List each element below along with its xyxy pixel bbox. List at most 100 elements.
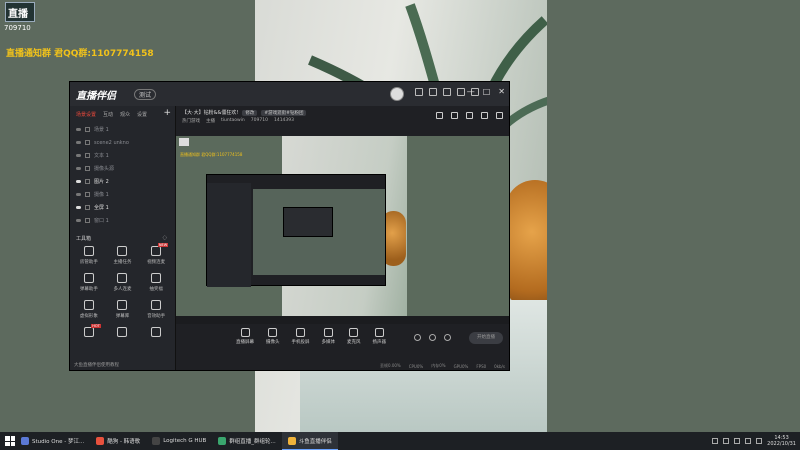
- brand-badge[interactable]: 测试: [134, 89, 157, 100]
- video-icon[interactable]: [414, 334, 421, 341]
- tool-label: 弹幕助手: [79, 287, 98, 292]
- start-live-button[interactable]: 开始直播: [469, 332, 503, 344]
- screen-capture-button[interactable]: 直播屏幕: [236, 328, 254, 358]
- tab-interact[interactable]: 互动: [103, 111, 113, 118]
- phone-cast-button[interactable]: 手机投屏: [292, 328, 310, 358]
- tool-icon: [83, 246, 94, 256]
- eye-icon[interactable]: [76, 206, 81, 209]
- share-icon[interactable]: [496, 112, 503, 119]
- message-icon[interactable]: [415, 88, 423, 96]
- window-controls: — □ ✕: [467, 87, 505, 96]
- tool-item[interactable]: [139, 327, 173, 337]
- volume-icon[interactable]: [745, 438, 752, 444]
- edit-button[interactable]: 修改: [242, 109, 258, 116]
- gift-icon[interactable]: [436, 112, 443, 119]
- source-icon: [85, 179, 90, 184]
- tutorial-link[interactable]: 大鱼直播伴侣使用教程: [74, 362, 119, 368]
- tool-label: 房管助手: [79, 260, 98, 265]
- source-icon: [85, 192, 90, 197]
- close-button[interactable]: ✕: [498, 87, 505, 96]
- toolbox-header: 工具箱 ◌: [70, 235, 175, 242]
- title-bar: 直播伴侣 测试 — □ ✕: [70, 82, 509, 106]
- camera-button[interactable]: 摄像头: [266, 328, 280, 358]
- tool-item[interactable]: HOT: [72, 324, 106, 337]
- tab-audience[interactable]: 观众: [120, 111, 130, 118]
- eye-icon[interactable]: [76, 167, 81, 170]
- gift-icon[interactable]: [429, 88, 437, 96]
- clock-date: 2022/10/31: [767, 441, 796, 447]
- group-notice: 直播通知群 君QQ群:1107774158: [6, 49, 154, 59]
- tool-item[interactable]: 虚拟形象: [72, 300, 106, 319]
- eye-icon[interactable]: [76, 219, 81, 222]
- scene-item[interactable]: 摄像头源: [70, 162, 175, 175]
- room-title[interactable]: 【大·大】钻粉&&僵狂欢!: [182, 109, 238, 116]
- tab-scenes[interactable]: 场景设置: [76, 111, 96, 118]
- scene-item[interactable]: 场景 1: [70, 123, 175, 136]
- speaker-icon: [374, 328, 384, 337]
- eye-icon[interactable]: [76, 141, 81, 144]
- control-label: 扬声器: [372, 340, 387, 345]
- record-icon[interactable]: [429, 334, 436, 341]
- scene-item[interactable]: scene2 unkno: [70, 136, 175, 149]
- lock-icon[interactable]: [451, 112, 458, 119]
- taskbar-item[interactable]: 群组直播_群组轮...: [212, 432, 282, 450]
- tool-item[interactable]: 音效助手: [139, 300, 173, 319]
- media-button[interactable]: 多媒体: [322, 328, 335, 358]
- eye-icon[interactable]: [76, 193, 81, 196]
- camera-icon: [268, 328, 278, 337]
- stream-preview[interactable]: 直播通知群 君QQ群:1107774158: [176, 136, 509, 324]
- tool-icon: [83, 300, 94, 310]
- eye-icon[interactable]: [76, 180, 81, 183]
- taskbar-item[interactable]: Logitech G HUB: [146, 432, 212, 450]
- tool-icon: [117, 273, 128, 283]
- source-icon: [85, 153, 90, 158]
- tool-item[interactable]: 房管助手: [72, 246, 106, 265]
- clock[interactable]: 14:53 2022/10/31: [767, 435, 796, 447]
- room-id: 709710: [4, 24, 31, 32]
- tool-item[interactable]: [106, 327, 140, 337]
- tool-item[interactable]: 弹幕助手: [72, 273, 106, 292]
- app-icon: [96, 437, 105, 445]
- tool-item[interactable]: 多人连麦: [106, 273, 140, 292]
- topic-tag[interactable]: #游戏逛街#钻粉团: [261, 109, 307, 116]
- scene-item[interactable]: 图片 2: [70, 175, 175, 188]
- scene-item[interactable]: 全屏 1: [70, 201, 175, 214]
- user-avatar[interactable]: [390, 87, 404, 101]
- source-icon: [85, 140, 90, 145]
- settings-icon[interactable]: [444, 334, 451, 341]
- tray-icon[interactable]: [723, 438, 730, 444]
- windows-start-icon[interactable]: [5, 436, 15, 446]
- scene-item[interactable]: 文本 1: [70, 149, 175, 162]
- tool-item[interactable]: 抽奖福: [139, 273, 173, 292]
- tool-item[interactable]: 弹幕库: [106, 300, 140, 319]
- status-item: CPU0%: [408, 363, 424, 369]
- toolbox-grid: 房管助手 主播任务 NEW 视频连麦 弹幕助手 多人连麦 抽奖福 虚拟形象 弹幕库…: [70, 242, 175, 341]
- shirt-icon[interactable]: [457, 88, 465, 96]
- speaker-button[interactable]: 扬声器: [372, 328, 387, 358]
- layout-icon[interactable]: [466, 112, 473, 119]
- source-icon: [85, 218, 90, 223]
- tool-item[interactable]: NEW 视频连麦: [139, 243, 173, 265]
- preview-nested-canvas: [253, 189, 385, 275]
- tool-item[interactable]: 主播任务: [106, 246, 140, 265]
- scene-item[interactable]: 摄像 1: [70, 188, 175, 201]
- network-icon[interactable]: [756, 438, 763, 444]
- scene-label: 全屏 1: [94, 205, 109, 211]
- toolbox-more-icon[interactable]: ◌: [163, 235, 167, 242]
- taskbar-item[interactable]: 酷狗 - 韩语歌: [90, 432, 146, 450]
- mail-icon[interactable]: [443, 88, 451, 96]
- scene-item[interactable]: 窗口 1: [70, 214, 175, 227]
- monitor-icon: [240, 328, 250, 337]
- add-scene-button[interactable]: +: [163, 108, 171, 118]
- tray-icon[interactable]: [712, 438, 719, 444]
- tab-settings[interactable]: 设置: [137, 111, 147, 118]
- bell-icon[interactable]: [481, 112, 488, 119]
- microphone-button[interactable]: 麦克风: [347, 328, 361, 358]
- taskbar-item[interactable]: Studio One - 梦江...: [15, 432, 90, 450]
- taskbar-item[interactable]: 斗鱼直播伴侣: [281, 432, 338, 450]
- eye-icon[interactable]: [76, 128, 81, 131]
- eye-icon[interactable]: [76, 154, 81, 157]
- minimize-button[interactable]: —: [467, 87, 475, 96]
- maximize-button[interactable]: □: [483, 87, 491, 96]
- tray-icon[interactable]: [734, 438, 741, 444]
